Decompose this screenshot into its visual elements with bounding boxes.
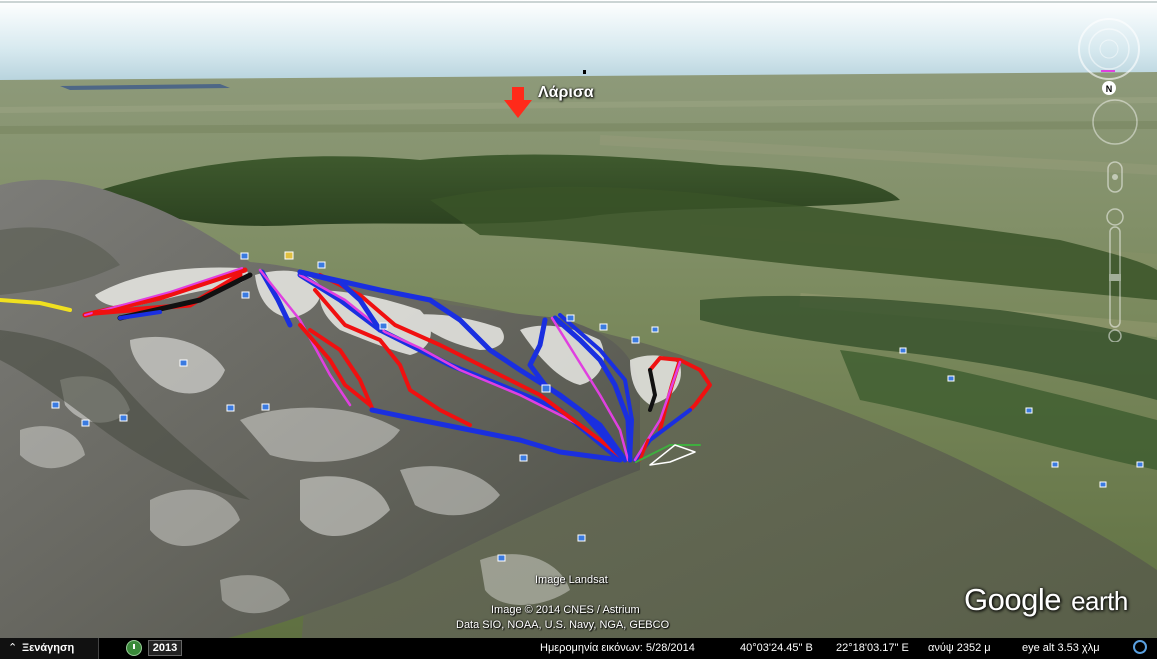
status-bar: ⌃ Ξενάγηση 2013 Ημερομηνία εικόνων: 5/28… — [0, 638, 1157, 659]
photo-placemark-icon[interactable] — [631, 336, 640, 344]
photo-placemark-icon[interactable] — [179, 359, 188, 367]
zoom-slider-icon[interactable] — [1106, 208, 1124, 342]
google-earth-logo: Google earth — [964, 582, 1128, 618]
photo-placemark-icon[interactable] — [261, 403, 270, 411]
photo-placemark-icon[interactable] — [519, 454, 528, 462]
compass-icon[interactable]: N — [1078, 18, 1140, 95]
tour-button[interactable]: ⌃ Ξενάγηση — [0, 638, 99, 659]
place-label: Λάρισα — [538, 84, 594, 101]
photo-placemark-icon[interactable] — [379, 322, 388, 330]
imagery-credit: Image Landsat — [535, 574, 608, 586]
photo-placemark-icon[interactable] — [1136, 461, 1144, 468]
photo-placemark-icon[interactable] — [119, 414, 128, 422]
copyright-line1: Image © 2014 CNES / Astrium — [491, 604, 640, 616]
photo-placemark-icon[interactable] — [317, 261, 326, 269]
elevation: ανύψ 2352 μ — [928, 642, 991, 654]
photo-placemark-icon[interactable] — [899, 347, 907, 354]
logo-earth-text: earth — [1071, 586, 1128, 616]
longitude: 22°18'03.17" Ε — [836, 642, 909, 654]
chevron-up-icon: ⌃ — [8, 642, 18, 654]
image-date: Ημερομηνία εικόνων: 5/28/2014 — [540, 642, 695, 654]
photo-placemark-icon[interactable] — [566, 314, 575, 322]
clock-icon[interactable] — [126, 640, 142, 656]
look-joystick-icon[interactable] — [1092, 99, 1138, 145]
photo-placemark-icon[interactable] — [240, 252, 249, 260]
photo-placemark-icon[interactable] — [947, 375, 955, 382]
photo-placemark-icon[interactable] — [497, 554, 506, 562]
svg-text:N: N — [1106, 84, 1113, 94]
photo-placemark-icon[interactable] — [81, 419, 90, 427]
photo-placemark-icon[interactable] — [1025, 407, 1033, 414]
tour-label: Ξενάγηση — [22, 642, 75, 654]
eye-altitude: eye alt 3.53 χλμ — [1022, 642, 1100, 654]
photo-placemark-icon[interactable] — [51, 401, 60, 409]
navigation-controls[interactable]: N — [1078, 12, 1153, 342]
copyright-line2: Data SIO, NOAA, U.S. Navy, NGA, GEBCO — [456, 619, 670, 631]
logo-google-text: Google — [964, 582, 1061, 617]
photo-placemark-icon[interactable] — [1051, 461, 1059, 468]
photo-placemark-icon[interactable] — [541, 384, 551, 393]
historical-year[interactable]: 2013 — [148, 640, 182, 656]
photo-placemark-icon[interactable] — [284, 251, 294, 260]
photo-placemark-icon[interactable] — [599, 323, 608, 331]
photo-placemark-icon[interactable] — [241, 291, 250, 299]
move-joystick-icon[interactable] — [1107, 161, 1123, 193]
photo-placemark-icon[interactable] — [226, 404, 235, 412]
streaming-icon — [1133, 640, 1147, 654]
photo-placemark-icon[interactable] — [651, 326, 659, 333]
photo-placemark-icon[interactable] — [1099, 481, 1107, 488]
sky — [0, 0, 1157, 80]
latitude: 40°03'24.45" Β — [740, 642, 813, 654]
photo-placemark-icon[interactable] — [577, 534, 586, 542]
